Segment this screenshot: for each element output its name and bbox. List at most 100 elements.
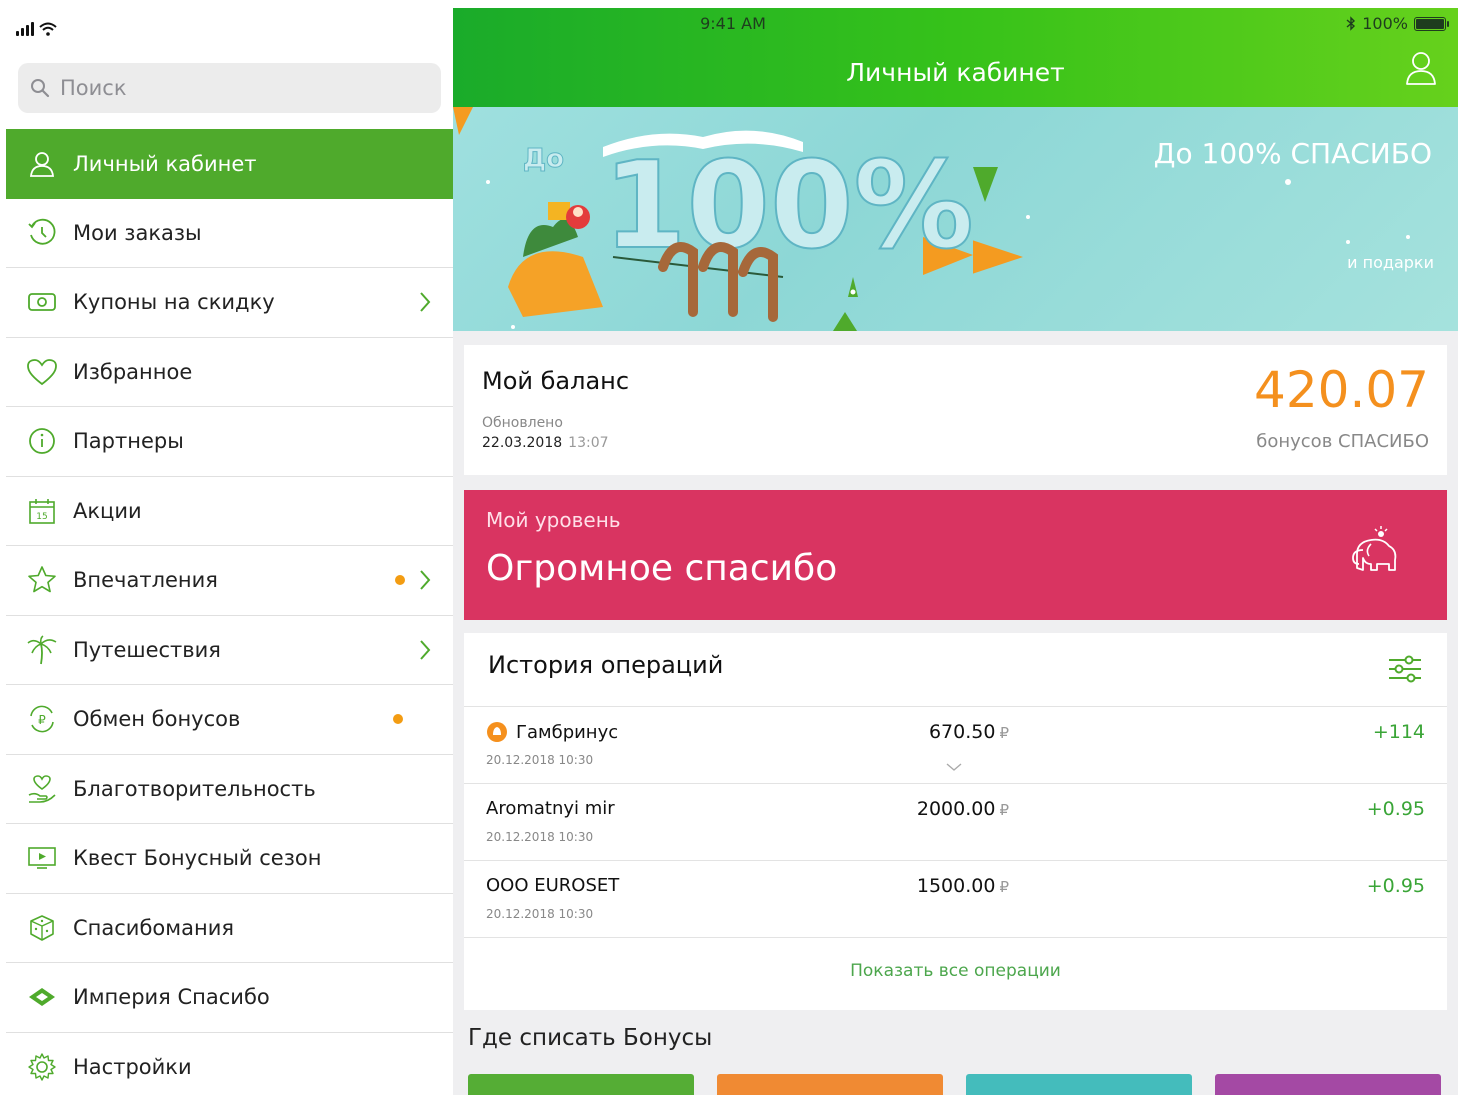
spend-category-tile[interactable]	[468, 1074, 694, 1095]
operation-amount: 1500.00 ₽	[864, 875, 1009, 897]
notification-dot	[395, 575, 405, 586]
operation-name: Aromatnyi mir	[486, 798, 615, 819]
status-bar-left	[16, 16, 57, 36]
bluetooth-icon	[1346, 16, 1356, 31]
banner-art-percent: 100%	[603, 137, 973, 276]
coupon-icon	[26, 286, 58, 318]
balance-date: 22.03.2018	[482, 435, 563, 451]
where-to-spend-title: Где списать Бонусы	[468, 1025, 713, 1051]
operation-date: 20.12.2018 10:30	[486, 753, 594, 767]
ruble-exchange-icon: ₽	[26, 703, 58, 735]
sidebar-item-label: Квест Бонусный сезон	[73, 846, 322, 871]
search-icon	[31, 79, 50, 98]
main-content: 9:41 AM 100% Личный кабинет До 100% До 1…	[453, 8, 1458, 1095]
sidebar-item-settings[interactable]: Настройки	[6, 1033, 453, 1095]
balance-card: Мой баланс Обновлено 22.03.2018 13:07 420…	[464, 345, 1447, 475]
balance-updated-date: 22.03.2018 13:07	[482, 435, 609, 451]
chevron-down-icon[interactable]	[946, 763, 962, 772]
operation-name-text: Aromatnyi mir	[486, 798, 615, 819]
sidebar-item-orders[interactable]: Мои заказы	[6, 199, 453, 268]
elephant-icon	[1352, 526, 1397, 571]
currency-symbol: ₽	[999, 801, 1009, 819]
chevron-right-icon	[420, 292, 431, 312]
chevron-right-icon	[420, 570, 431, 590]
balance-time: 13:07	[568, 435, 609, 451]
top-navigation-bar: 9:41 AM 100% Личный кабинет	[453, 8, 1458, 107]
sidebar-item-coupons[interactable]: Купоны на скидку	[6, 268, 453, 338]
balance-updated-label: Обновлено	[482, 415, 563, 431]
sidebar-menu: Личный кабинет Мои заказы Купоны на скид…	[6, 129, 453, 1095]
sidebar-item-label: Спасибомания	[73, 915, 234, 940]
sidebar-item-quest[interactable]: Квест Бонусный сезон	[6, 824, 453, 894]
battery-icon	[1414, 16, 1449, 31]
banner-subtitle: и подарки	[1347, 253, 1434, 272]
diamond-icon	[26, 981, 58, 1013]
user-icon	[26, 148, 58, 180]
sidebar-item-trailing	[393, 685, 403, 754]
banner-art-prefix: До	[523, 144, 564, 174]
heart-icon	[26, 356, 58, 388]
sidebar-item-label: Личный кабинет	[73, 151, 257, 176]
sidebar-item-impressions[interactable]: Впечатления	[6, 546, 453, 616]
palm-icon	[26, 634, 58, 666]
sidebar-item-partners[interactable]: Партнеры	[6, 407, 453, 477]
sidebar-item-empire[interactable]: Империя Спасибо	[6, 963, 453, 1033]
sidebar-item-label: Впечатления	[73, 568, 218, 593]
sidebar-item-promotions[interactable]: 15 Акции	[6, 477, 453, 546]
play-screen-icon	[26, 842, 58, 874]
operation-row[interactable]: Гамбринус 20.12.2018 10:30 670.50 ₽ +114	[464, 707, 1447, 784]
operation-amount-value: 2000.00	[916, 798, 996, 820]
page-title: Личный кабинет	[846, 58, 1065, 87]
sidebar-item-trailing	[419, 616, 431, 685]
operation-amount: 670.50 ₽	[864, 721, 1009, 743]
notification-dot	[393, 714, 403, 725]
sidebar-item-travel[interactable]: Путешествия	[6, 616, 453, 685]
status-time: 9:41 AM	[700, 14, 766, 33]
search-box[interactable]	[18, 63, 441, 113]
operation-name-text: Гамбринус	[516, 721, 619, 743]
operation-amount: 2000.00 ₽	[864, 798, 1009, 820]
operation-bonus: +0.95	[1366, 875, 1425, 897]
spend-category-tile[interactable]	[966, 1074, 1192, 1095]
chevron-right-icon	[420, 640, 431, 660]
filter-icon[interactable]	[1387, 653, 1423, 685]
charity-icon	[26, 773, 58, 805]
sidebar-item-label: Купоны на скидку	[73, 290, 275, 315]
sidebar-item-spasibomania[interactable]: Спасибомания	[6, 894, 453, 963]
balance-unit: бонусов СПАСИБО	[1256, 431, 1429, 452]
level-card[interactable]: Мой уровень Огромное спасибо	[464, 490, 1447, 620]
sidebar: Личный кабинет Мои заказы Купоны на скид…	[6, 8, 453, 1095]
sidebar-item-label: Настройки	[73, 1055, 192, 1080]
sidebar-item-trailing	[419, 268, 431, 337]
banner-illustration: До 100%	[453, 107, 973, 331]
spend-category-tile[interactable]	[717, 1074, 943, 1095]
profile-button[interactable]	[1404, 50, 1438, 86]
search-bar	[18, 63, 441, 113]
sidebar-item-label: Мои заказы	[73, 220, 202, 245]
sidebar-item-favorites[interactable]: Избранное	[6, 338, 453, 407]
sidebar-item-bonus-exchange[interactable]: ₽ Обмен бонусов	[6, 685, 453, 755]
spend-category-tile[interactable]	[1215, 1074, 1441, 1095]
sidebar-item-label: Империя Спасибо	[73, 985, 270, 1010]
sidebar-item-charity[interactable]: Благотворительность	[6, 755, 453, 824]
battery-percent: 100%	[1362, 14, 1408, 33]
info-icon	[26, 425, 58, 457]
level-label: Мой уровень	[486, 508, 621, 532]
sidebar-item-label: Путешествия	[73, 637, 221, 662]
promo-banner[interactable]: До 100% До 100% СПАСИБО и подарки	[453, 107, 1458, 331]
history-title: История операций	[488, 651, 724, 679]
balance-amount: 420.07	[1254, 361, 1429, 419]
operation-row[interactable]: Aromatnyi mir 20.12.2018 10:30 2000.00 ₽ …	[464, 784, 1447, 861]
dice-icon	[26, 912, 58, 944]
operation-bonus: +0.95	[1366, 798, 1425, 820]
sidebar-item-trailing	[395, 546, 431, 615]
search-input[interactable]	[58, 75, 418, 101]
wifi-icon	[39, 22, 57, 36]
operation-row[interactable]: OOO EUROSET 20.12.2018 10:30 1500.00 ₽ +0…	[464, 861, 1447, 938]
gear-icon	[26, 1051, 58, 1083]
svg-text:₽: ₽	[38, 713, 46, 727]
sidebar-item-personal-account[interactable]: Личный кабинет	[6, 129, 453, 199]
history-card: История операций Гамбринус 20.12.2018 10…	[464, 633, 1447, 1010]
show-all-operations-link[interactable]: Показать все операции	[464, 961, 1447, 981]
partner-logo-icon	[487, 722, 507, 742]
